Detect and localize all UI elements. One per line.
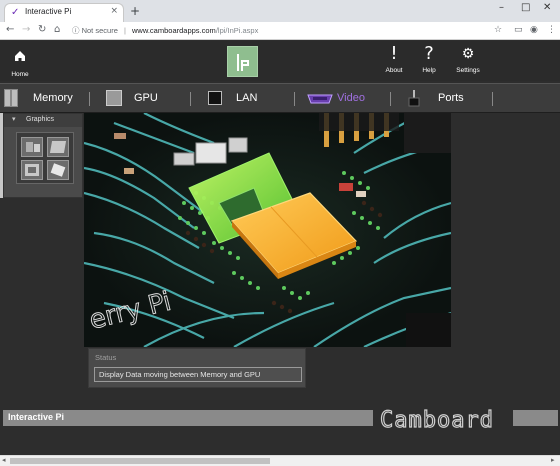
nav-lan[interactable]: LAN	[208, 84, 288, 114]
address-bar[interactable]: ⓘ Not secure | www.camboardapps.com/lpi/…	[72, 24, 492, 38]
url-path: /lpi/InPi.aspx	[215, 26, 259, 35]
graphics-thumbnails	[16, 132, 74, 184]
ports-icon	[408, 90, 420, 107]
gpu-illustration: erry Pi	[84, 113, 451, 347]
settings-label: Settings	[456, 67, 480, 74]
close-window-button[interactable]: ✕	[543, 2, 551, 13]
nav-gpu-label: GPU	[134, 92, 158, 104]
camboard-brand-logo: Camboard	[379, 407, 494, 431]
scrollbar-thumb[interactable]	[10, 458, 270, 464]
nav-separator	[294, 92, 295, 106]
footer-bar-right	[513, 410, 558, 426]
svg-text:Camboard: Camboard	[380, 408, 494, 431]
nav-video-label: Video	[337, 92, 365, 104]
graphics-thumb-board[interactable]	[47, 137, 69, 157]
graphics-thumb-layout[interactable]	[21, 160, 43, 180]
home-label: Home	[11, 71, 29, 78]
home-icon	[7, 41, 33, 71]
reload-icon[interactable]: ↻	[38, 24, 46, 35]
nav-separator	[492, 92, 493, 106]
url-host: www.camboardapps.com	[132, 26, 216, 35]
graphics-panel-header[interactable]: ▾ Graphics	[4, 114, 82, 127]
question-icon: ?	[424, 43, 434, 64]
info-icon[interactable]: ⓘ	[72, 26, 80, 35]
exclamation-icon: !	[390, 43, 398, 64]
graphics-thumb-chip[interactable]	[47, 160, 69, 180]
nav-separator	[390, 92, 391, 106]
nav-ports-label: Ports	[438, 92, 464, 104]
about-button[interactable]: ! About	[381, 41, 407, 81]
footer-title: Interactive Pi	[8, 412, 65, 422]
gear-icon: ⚙	[461, 46, 475, 62]
status-message: Display Data moving between Memory and G…	[94, 367, 302, 382]
graphics-panel-title: Graphics	[26, 116, 55, 123]
browser-toolbar: ← → ↻ ⌂ ⓘ Not secure | www.camboardapps.…	[0, 22, 560, 40]
back-arrow-icon[interactable]: ←	[6, 24, 14, 35]
nav-ports[interactable]: Ports	[408, 84, 488, 114]
collapse-chevron-icon[interactable]: ▾	[12, 115, 16, 123]
nav-separator	[190, 92, 191, 106]
cast-icon[interactable]: ▭	[514, 25, 523, 35]
help-button[interactable]: ? Help	[416, 41, 442, 81]
gpu-icon	[106, 90, 122, 106]
memory-icon	[4, 89, 18, 107]
lan-icon	[208, 91, 222, 105]
footer-title-bar: Interactive Pi	[3, 410, 373, 426]
nav-memory-label: Memory	[33, 92, 73, 104]
forward-arrow-icon[interactable]: →	[22, 24, 30, 35]
maximize-button[interactable]: □	[521, 2, 530, 13]
home-button[interactable]: Home	[7, 41, 33, 81]
app-favicon-icon: ✓	[11, 7, 20, 18]
scroll-right-icon[interactable]: ▸	[551, 456, 555, 464]
component-navbar: Memory GPU LAN Video Ports	[0, 83, 560, 113]
status-title: Status	[95, 353, 117, 362]
scroll-left-icon[interactable]: ◂	[2, 456, 6, 464]
nav-separator	[89, 92, 90, 106]
browser-tabstrip: ✓ Interactive Pi × + – □ ✕	[0, 0, 560, 22]
browser-tab[interactable]: ✓ Interactive Pi ×	[4, 3, 124, 22]
nav-lan-label: LAN	[236, 92, 258, 104]
graphics-panel: ▾ Graphics	[3, 113, 83, 198]
app-header: Home ! About ? Help ⚙ Settings	[0, 41, 560, 81]
profile-icon[interactable]: ◉	[530, 25, 538, 35]
tab-title: Interactive Pi	[25, 7, 72, 16]
new-tab-button[interactable]: +	[130, 4, 140, 18]
circuit-board-graphic: erry Pi	[84, 113, 451, 347]
security-label: Not secure	[81, 26, 118, 35]
about-label: About	[385, 67, 403, 74]
nav-gpu[interactable]: GPU	[106, 84, 186, 114]
horizontal-scrollbar[interactable]: ◂ ▸	[0, 455, 560, 466]
nav-video[interactable]: Video	[307, 84, 387, 114]
nav-memory[interactable]: Memory	[4, 84, 84, 114]
menu-dots-icon[interactable]: ⋮	[547, 25, 556, 35]
minimize-button[interactable]: –	[499, 2, 504, 13]
graphics-thumb-chips[interactable]	[21, 137, 43, 157]
app-logo	[227, 46, 258, 77]
status-panel: Status Display Data moving between Memor…	[88, 348, 306, 388]
help-label: Help	[422, 67, 436, 74]
home-browser-icon[interactable]: ⌂	[54, 24, 60, 35]
settings-button[interactable]: ⚙ Settings	[453, 41, 483, 81]
app-window: ✓ Interactive Pi × + – □ ✕ ← → ↻ ⌂ ⓘ Not…	[0, 0, 560, 466]
tab-close-icon[interactable]: ×	[110, 6, 118, 16]
star-icon[interactable]: ☆	[494, 25, 502, 35]
video-connector-icon	[307, 94, 333, 104]
url-separator: |	[123, 26, 126, 35]
